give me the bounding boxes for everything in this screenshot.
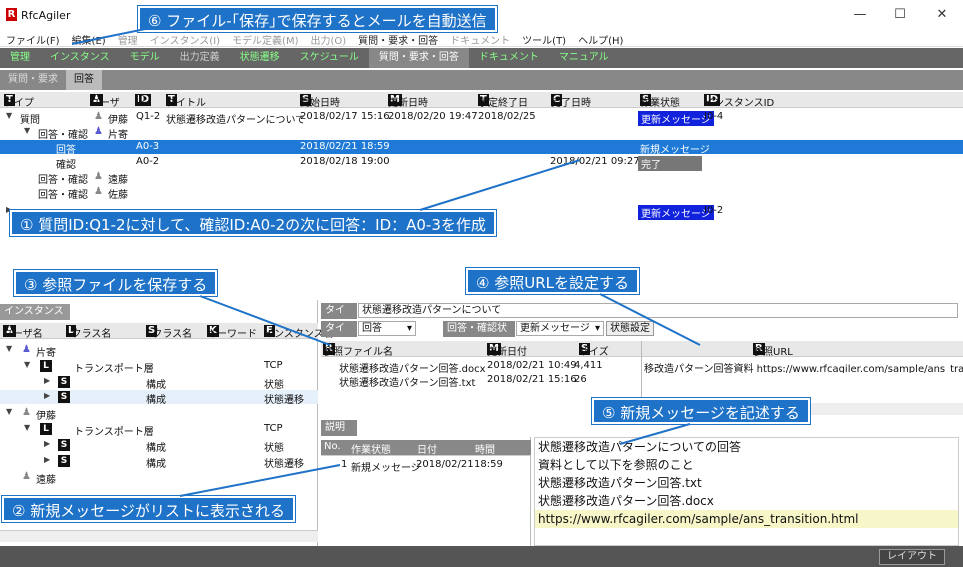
pointer-3	[199, 295, 331, 346]
pointer-1	[419, 159, 581, 211]
pointer-6	[71, 27, 151, 45]
callout-pointers	[71, 27, 701, 497]
pointer-2	[179, 464, 341, 497]
pointer-4	[599, 293, 701, 346]
pointer-5	[619, 423, 691, 445]
